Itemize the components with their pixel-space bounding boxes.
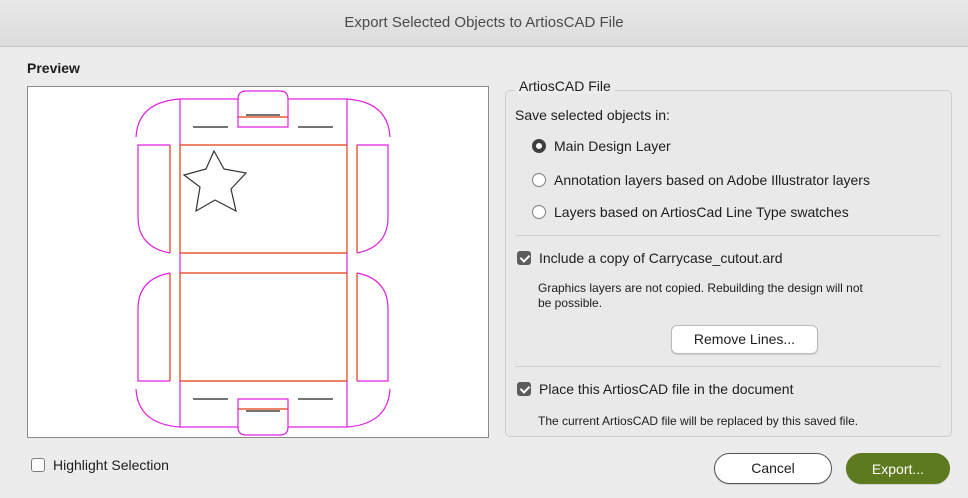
radio-main-design-layer[interactable]: Main Design Layer [532,138,671,154]
place-file-checkbox[interactable]: Place this ArtiosCAD file in the documen… [517,381,793,397]
radio-label: Main Design Layer [554,138,671,154]
star-graphic [182,149,248,213]
radio-unselected-icon[interactable] [532,173,546,187]
cancel-button[interactable]: Cancel [714,453,832,484]
include-copy-checkbox[interactable]: Include a copy of Carrycase_cutout.ard [517,250,783,266]
radio-annotation-layers[interactable]: Annotation layers based on Adobe Illustr… [532,172,870,188]
artioscad-group-title: ArtiosCAD File [515,78,615,94]
include-copy-label: Include a copy of Carrycase_cutout.ard [539,250,783,266]
cut-lines [135,90,391,436]
window-title: Export Selected Objects to ArtiosCAD Fil… [0,0,968,47]
checkbox-unchecked-icon[interactable] [31,458,45,472]
save-in-label: Save selected objects in: [515,107,670,123]
highlight-selection-label: Highlight Selection [53,457,169,473]
divider [515,366,941,367]
remove-lines-button[interactable]: Remove Lines... [671,325,818,354]
radio-selected-icon[interactable] [532,139,546,153]
radio-unselected-icon[interactable] [532,205,546,219]
radio-label: Layers based on ArtiosCad Line Type swat… [554,204,849,220]
radio-label: Annotation layers based on Adobe Illustr… [554,172,870,188]
export-button[interactable]: Export... [846,453,950,484]
crease-lines [169,116,358,410]
radio-linetype-swatches[interactable]: Layers based on ArtiosCad Line Type swat… [532,204,849,220]
include-copy-note-line2: be possible. [538,296,603,310]
preview-canvas [27,86,489,438]
checkbox-checked-icon[interactable] [517,382,531,396]
preview-label: Preview [27,60,80,76]
carrycase-dieline [135,90,391,436]
place-file-label: Place this ArtiosCAD file in the documen… [539,381,794,397]
divider [515,235,941,236]
highlight-selection-checkbox[interactable]: Highlight Selection [31,457,169,473]
checkbox-checked-icon[interactable] [517,251,531,265]
include-copy-note-line1: Graphics layers are not copied. Rebuildi… [538,281,863,295]
place-file-note: The current ArtiosCAD file will be repla… [538,414,859,428]
